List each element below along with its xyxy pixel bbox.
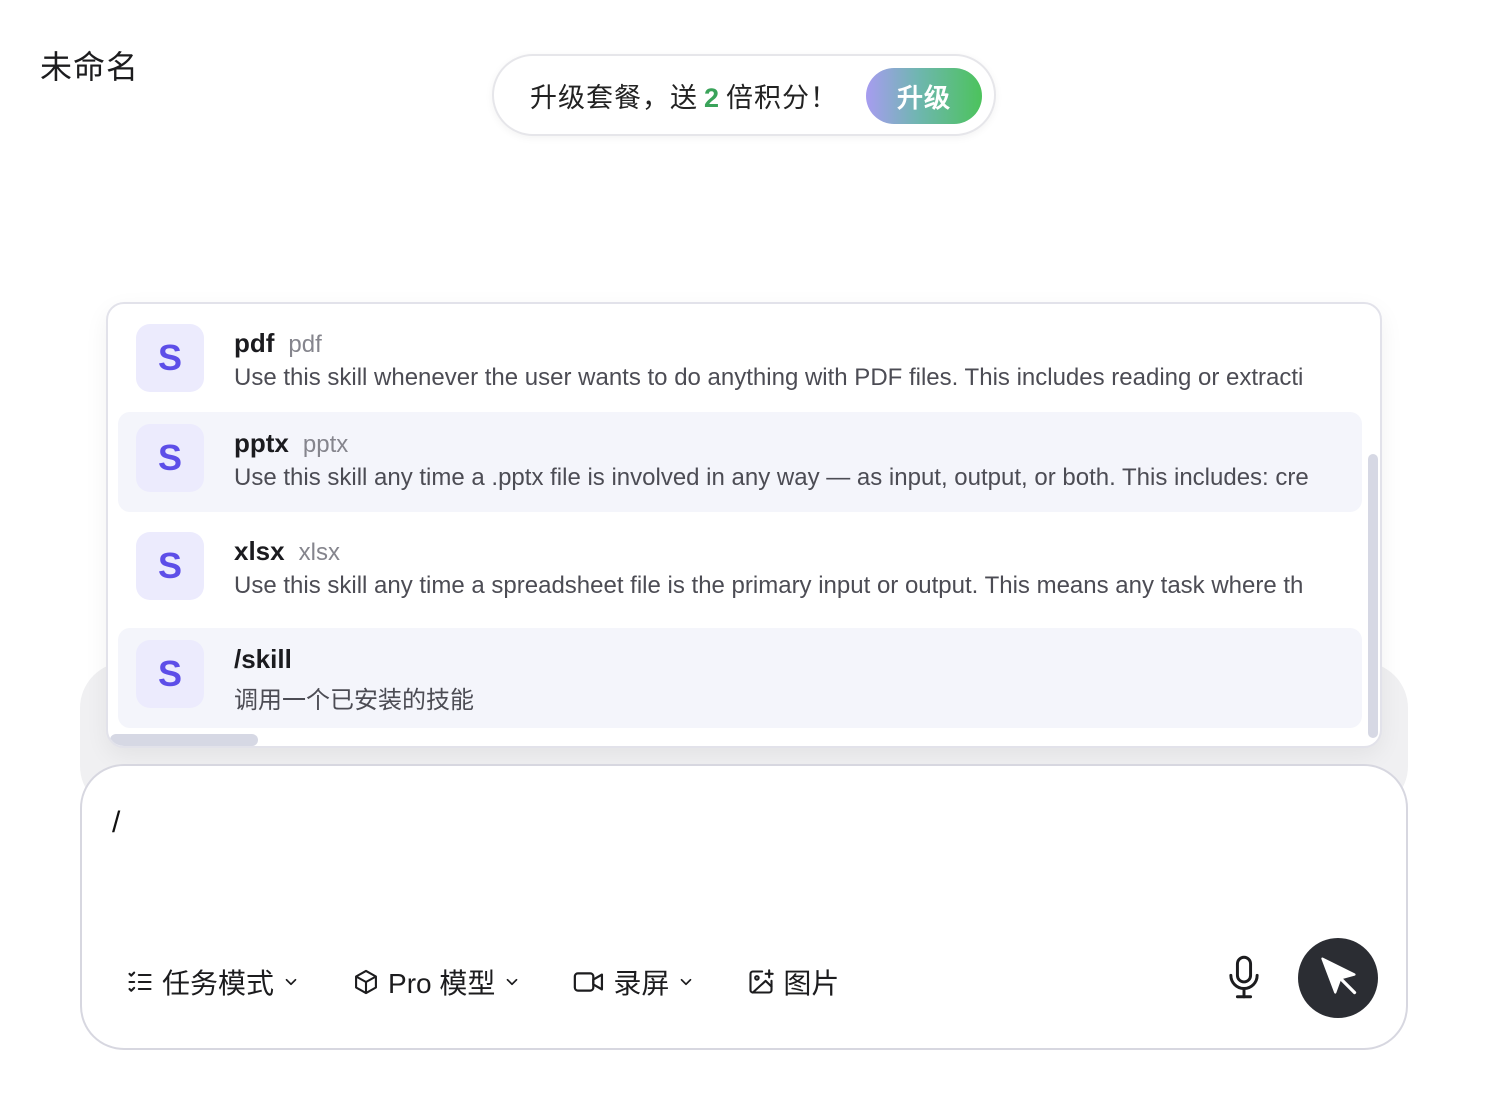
send-button[interactable] — [1298, 938, 1378, 1018]
skill-header: pptx pptx — [234, 428, 348, 459]
skill-icon: S — [136, 324, 204, 392]
model-dropdown[interactable]: Pro 模型 — [352, 962, 521, 1002]
document-title[interactable]: 未命名 — [40, 42, 139, 88]
skill-name: pptx — [234, 428, 289, 458]
chevron-down-icon — [503, 973, 521, 991]
vertical-scrollbar[interactable] — [1368, 454, 1378, 738]
image-add-icon — [747, 968, 775, 996]
skill-icon: S — [136, 424, 204, 492]
send-arrow-icon — [1316, 954, 1360, 1003]
skill-name: /skill — [234, 644, 292, 674]
chat-composer: / 任务模式 Pro 模型 录屏 图片 — [80, 764, 1408, 1050]
chevron-down-icon — [677, 973, 695, 991]
video-camera-icon — [573, 968, 605, 996]
model-label: Pro 模型 — [388, 968, 496, 999]
promo-text-before: 升级套餐，送 — [530, 82, 698, 113]
image-button[interactable]: 图片 — [747, 962, 839, 1002]
chevron-down-icon — [282, 973, 300, 991]
skill-icon: S — [136, 532, 204, 600]
skill-description: Use this skill any time a .pptx file is … — [234, 464, 1309, 491]
page: 未命名 升级套餐，送 2 倍积分！ 升级 S pdf pdf Use this ski… — [0, 0, 1488, 1098]
record-label: 录屏 — [613, 968, 670, 999]
skill-header: pdf pdf — [234, 328, 322, 359]
microphone-button[interactable] — [1224, 954, 1264, 1000]
record-dropdown[interactable]: 录屏 — [573, 962, 695, 1002]
upgrade-promo-banner: 升级套餐，送 2 倍积分！ 升级 — [492, 54, 996, 136]
skill-item-pdf[interactable]: S pdf pdf Use this skill whenever the use… — [118, 312, 1362, 412]
skill-suggestion-popup: S pdf pdf Use this skill whenever the use… — [106, 302, 1382, 748]
skill-subtitle: xlsx — [298, 539, 340, 566]
skill-icon: S — [136, 640, 204, 708]
composer-toolbar: 任务模式 Pro 模型 录屏 图片 — [126, 962, 891, 1002]
skill-description: 调用一个已安装的技能 — [234, 687, 474, 714]
cube-icon — [352, 968, 380, 996]
microphone-icon — [1224, 955, 1264, 1004]
task-mode-dropdown[interactable]: 任务模式 — [126, 962, 300, 1002]
skill-subtitle: pdf — [288, 331, 322, 358]
skill-header: /skill — [234, 644, 292, 675]
promo-text-after: 倍积分！ — [726, 82, 839, 113]
skill-header: xlsx xlsx — [234, 536, 340, 567]
skill-item-pptx[interactable]: S pptx pptx Use this skill any time a .pp… — [118, 412, 1362, 512]
skill-description: Use this skill whenever the user wants t… — [234, 364, 1304, 391]
horizontal-scrollbar[interactable] — [110, 734, 258, 746]
promo-multiplier: 2 — [704, 82, 721, 113]
upgrade-button[interactable]: 升级 — [866, 68, 982, 124]
skill-item-skill[interactable]: S /skill 调用一个已安装的技能 — [118, 628, 1362, 728]
skill-description: Use this skill any time a spreadsheet fi… — [234, 572, 1304, 599]
skill-subtitle: pptx — [302, 431, 349, 458]
skill-item-xlsx[interactable]: S xlsx xlsx Use this skill any time a spr… — [118, 520, 1362, 620]
skill-name: xlsx — [234, 536, 285, 566]
skill-name: pdf — [234, 328, 275, 358]
prompt-input[interactable]: / — [112, 806, 1112, 840]
image-label: 图片 — [783, 968, 840, 999]
promo-text: 升级套餐，送 2 倍积分！ — [530, 76, 838, 115]
task-mode-label: 任务模式 — [162, 968, 275, 999]
list-checks-icon — [126, 968, 154, 996]
